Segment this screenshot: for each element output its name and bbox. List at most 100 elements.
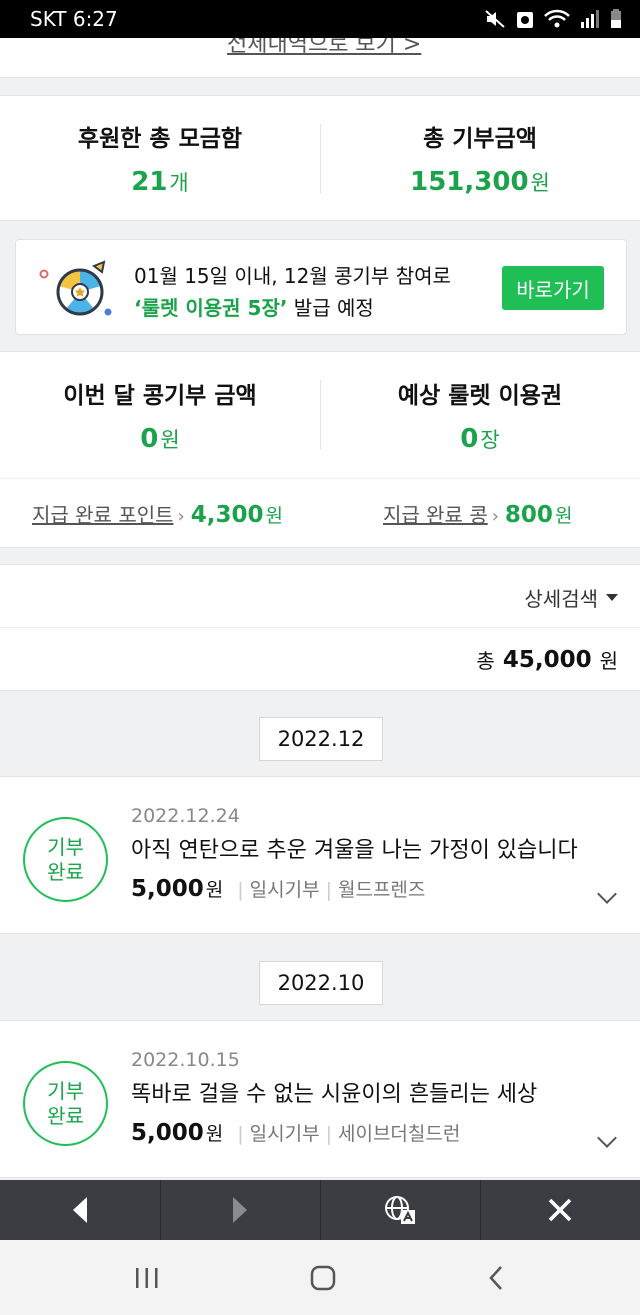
donation-amount: 5,000: [131, 1120, 204, 1146]
system-nav-bar: [0, 1240, 640, 1315]
chevron-down-icon[interactable]: [597, 1128, 617, 1148]
total-amount-label: 총 기부금액: [423, 126, 537, 152]
divider: |: [237, 1123, 244, 1145]
banner-text: 01월 15일 이내, 12월 콩기부 참여로 ‘룰렛 이용권 5장’ 발급 예…: [134, 260, 451, 324]
status-bar: SKT 6:27: [0, 0, 640, 38]
month-donation-label: 이번 달 콩기부 금액: [63, 383, 257, 409]
paid-points-value: 4,300: [190, 502, 264, 528]
donation-type: 일시기부: [249, 879, 320, 901]
total-boxes-stat: 후원한 총 모금함 21개: [0, 96, 320, 220]
paid-beans-value: 800: [504, 502, 553, 528]
total-amount-unit: 원: [530, 171, 550, 195]
month-donation-unit: 원: [160, 428, 180, 452]
total-boxes-value: 21개: [131, 167, 189, 197]
status-left: SKT 6:27: [30, 7, 118, 31]
total-unit: 원: [599, 649, 618, 673]
monthly-card: 이번 달 콩기부 금액 0원 예상 룰렛 이용권 0장 지급 완료 포인트 › …: [0, 351, 640, 548]
back-icon[interactable]: [486, 1264, 506, 1292]
total-amount-stat: 총 기부금액 151,300원: [320, 96, 640, 220]
browser-toolbar: [0, 1180, 640, 1240]
donation-meta: 5,000 원 | 일시기부 | 월드프렌즈: [131, 875, 425, 902]
donation-complete-badge: 기부 완료: [23, 817, 108, 902]
status-icons: [484, 9, 622, 29]
donation-org: 월드프렌즈: [337, 879, 426, 901]
donation-item[interactable]: 기부 완료 2022.12.24 아직 연탄으로 추운 겨울을 나는 가정이 있…: [0, 776, 640, 934]
donation-meta: 5,000 원 | 일시기부 | 세이브더칠드런: [131, 1119, 460, 1146]
total-prefix: 총: [476, 649, 495, 673]
donation-amount: 5,000: [131, 876, 204, 902]
paid-beans-unit: 원: [554, 505, 573, 527]
donation-title[interactable]: 아직 연탄으로 추운 겨울을 나는 가정이 있습니다: [131, 832, 601, 864]
donation-complete-badge: 기부 완료: [23, 1061, 108, 1146]
paid-beans-link[interactable]: 지급 완료 콩: [383, 499, 488, 528]
donation-org: 세이브더칠드런: [337, 1123, 461, 1145]
month-donation-number: 0: [140, 424, 159, 454]
filtered-total: 총 45,000 원: [0, 627, 640, 691]
divider: |: [325, 879, 332, 901]
detail-search-label: 상세검색: [524, 587, 598, 611]
caret-down-icon: [606, 594, 618, 601]
clock: 6:27: [72, 7, 118, 31]
translate-button[interactable]: [320, 1180, 480, 1240]
roulette-ticket-unit: 장: [480, 428, 500, 452]
banner-line2-rest: 발급 예정: [293, 296, 374, 320]
chevron-down-icon[interactable]: [597, 884, 617, 904]
roulette-wheel-icon: [39, 260, 112, 316]
translate-globe-icon: [385, 1196, 415, 1224]
donation-item[interactable]: 기부 완료 2022.10.15 똑바로 걸을 수 없는 시윤이의 흔들리는 세…: [0, 1020, 640, 1178]
close-icon: [548, 1198, 572, 1222]
top-strip: 전체내역으로 보기 >: [0, 38, 640, 78]
banner-highlight: ‘룰렛 이용권 5장’: [134, 296, 288, 320]
donation-type: 일시기부: [249, 1123, 320, 1145]
divider: |: [325, 1123, 332, 1145]
monthly-stats: 이번 달 콩기부 금액 0원 예상 룰렛 이용권 0장: [0, 352, 640, 478]
date-group-header: 2022.10: [259, 961, 383, 1005]
donation-unit: 원: [205, 1123, 224, 1145]
recent-apps-icon[interactable]: [134, 1266, 160, 1290]
donation-status: 기부 완료: [47, 1078, 84, 1128]
donation-title[interactable]: 똑바로 걸을 수 없는 시윤이의 흔들리는 세상: [131, 1076, 601, 1108]
month-donation-stat: 이번 달 콩기부 금액 0원: [0, 352, 320, 478]
browser-forward-button[interactable]: [160, 1180, 320, 1240]
divider: |: [237, 879, 244, 901]
donation-status: 기부 완료: [47, 834, 84, 884]
roulette-banner: 01월 15일 이내, 12월 콩기부 참여로 ‘룰렛 이용권 5장’ 발급 예…: [15, 239, 627, 335]
paid-points[interactable]: 지급 완료 포인트 › 4,300 원: [32, 499, 283, 528]
total-boxes-number: 21: [131, 167, 168, 197]
home-icon[interactable]: [309, 1264, 337, 1292]
chevron-right-icon: ›: [177, 506, 185, 527]
view-all-link[interactable]: 전체내역으로 보기 >: [227, 38, 421, 58]
donation-date: 2022.12.24: [131, 805, 240, 827]
go-now-button[interactable]: 바로가기: [502, 266, 604, 310]
battery-icon: [610, 9, 622, 29]
back-arrow-icon: [73, 1197, 87, 1223]
paid-points-row: 지급 완료 포인트 › 4,300 원 지급 완료 콩 › 800 원: [0, 478, 640, 548]
roulette-ticket-label: 예상 룰렛 이용권: [397, 383, 563, 409]
banner-line1: 01월 15일 이내, 12월 콩기부 참여로: [134, 264, 451, 288]
month-donation-value: 0원: [140, 424, 179, 454]
roulette-ticket-value: 0장: [460, 424, 499, 454]
donation-unit: 원: [205, 879, 224, 901]
paid-points-link[interactable]: 지급 완료 포인트: [32, 499, 174, 528]
signal-icon: [580, 9, 600, 29]
total-amount-value: 151,300원: [410, 167, 550, 197]
recycle-icon: [516, 9, 534, 29]
browser-back-button[interactable]: [0, 1180, 160, 1240]
chevron-right-icon: ›: [491, 506, 499, 527]
paid-beans[interactable]: 지급 완료 콩 › 800 원: [383, 499, 572, 528]
totals-card: 후원한 총 모금함 21개 총 기부금액 151,300원: [0, 95, 640, 221]
roulette-ticket-number: 0: [460, 424, 479, 454]
wifi-icon: [544, 9, 570, 29]
forward-arrow-icon: [233, 1197, 247, 1223]
mute-icon: [484, 9, 506, 29]
donation-date: 2022.10.15: [131, 1049, 240, 1071]
total-value: 45,000: [502, 646, 592, 673]
total-boxes-label: 후원한 총 모금함: [77, 126, 243, 152]
search-section: 상세검색 총 45,000 원: [0, 564, 640, 691]
detail-search-button[interactable]: 상세검색: [524, 583, 618, 612]
close-browser-button[interactable]: [480, 1180, 640, 1240]
roulette-ticket-stat: 예상 룰렛 이용권 0장: [320, 352, 640, 478]
total-amount-number: 151,300: [410, 167, 529, 197]
banner-line2: ‘룰렛 이용권 5장’ 발급 예정: [134, 292, 451, 324]
date-group-header: 2022.12: [259, 717, 383, 761]
